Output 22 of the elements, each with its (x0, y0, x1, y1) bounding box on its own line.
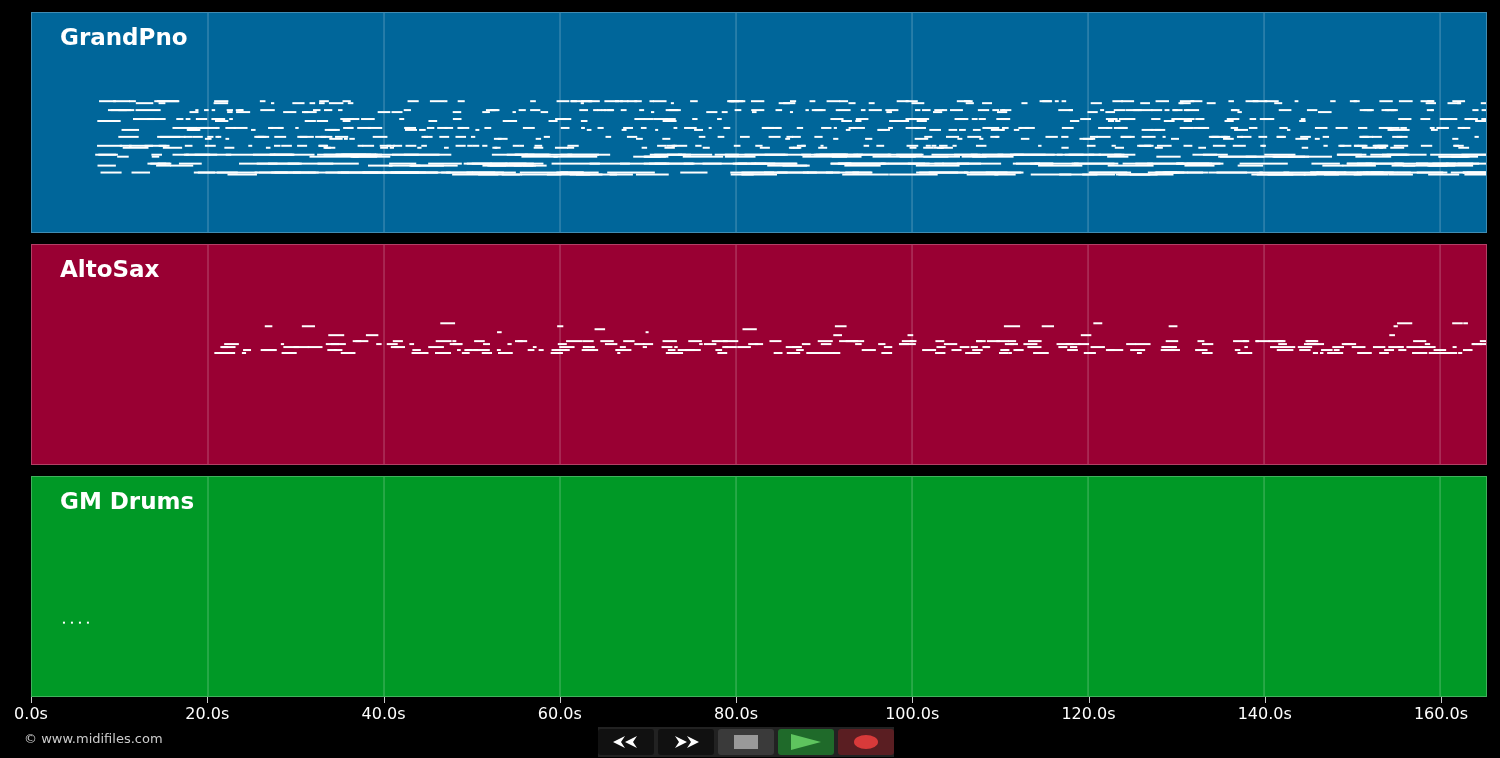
time-label: 160.0s (1413, 705, 1469, 723)
time-label: 140.0s (1237, 705, 1292, 723)
track-name: AltoSax (60, 257, 160, 283)
track-name: GrandPno (60, 25, 188, 51)
time-label: 80.0s (714, 705, 758, 723)
time-label: 120.0s (1061, 705, 1116, 723)
play-button[interactable] (778, 729, 834, 755)
rewind-button[interactable] (598, 729, 654, 755)
time-label: 100.0s (885, 705, 940, 723)
stop-icon (734, 735, 758, 749)
notes-drawing (62, 621, 89, 624)
stop-button[interactable] (718, 729, 774, 755)
record-button[interactable] (838, 729, 894, 755)
record-icon (854, 735, 878, 749)
time-label: 40.0s (361, 705, 406, 723)
copyright-text: © www.midifiles.com (24, 730, 163, 748)
time-label: 60.0s (537, 705, 582, 723)
time-label: 0.0s (14, 705, 48, 723)
time-label: 20.0s (185, 705, 230, 723)
track-name: GM Drums (60, 489, 195, 515)
play-icon (791, 734, 821, 750)
fast-forward-button[interactable] (658, 729, 714, 755)
